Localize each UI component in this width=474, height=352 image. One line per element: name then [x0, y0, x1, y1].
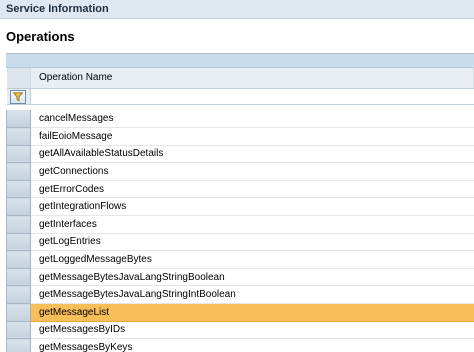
filter-input-cell[interactable]	[30, 88, 474, 105]
operation-name: getMessageBytesJavaLangStringIntBoolean	[39, 289, 236, 301]
operation-name: getInterfaces	[39, 218, 97, 230]
operation-name: getConnections	[39, 166, 109, 178]
operations-heading: Operations	[6, 28, 75, 44]
row-selector[interactable]	[6, 250, 31, 269]
table-row[interactable]: getInterfaces	[6, 215, 474, 234]
row-selector[interactable]	[6, 110, 31, 129]
filter-funnel-icon	[12, 91, 23, 102]
window-title-bar: Service Information	[0, 0, 474, 19]
row-selector[interactable]	[6, 303, 31, 322]
window-title: Service Information	[6, 3, 109, 15]
row-selector[interactable]	[6, 285, 31, 305]
operation-name: getMessageBytesJavaLangStringBoolean	[39, 271, 225, 283]
operation-name-cell[interactable]: cancelMessages	[30, 110, 474, 129]
table-header-row: Operation Name	[6, 68, 474, 89]
operation-name-cell[interactable]: getLoggedMessageBytes	[30, 250, 474, 269]
operation-name: getErrorCodes	[39, 183, 105, 195]
operation-name: failEoioMessage	[39, 130, 113, 142]
row-selector[interactable]	[6, 338, 31, 352]
table-row[interactable]: getMessageList	[6, 303, 474, 322]
table-row[interactable]: getIntegrationFlows	[6, 197, 474, 217]
row-selector[interactable]	[6, 268, 31, 287]
operation-name-cell[interactable]: getAllAvailableStatusDetails	[30, 145, 474, 164]
filter-toggle-cell	[6, 88, 31, 105]
row-selector[interactable]	[6, 127, 31, 146]
table-row[interactable]: getMessageBytesJavaLangStringIntBoolean	[6, 285, 474, 305]
operation-name-cell[interactable]: getMessageBytesJavaLangStringIntBoolean	[30, 285, 474, 305]
filter-row	[6, 88, 474, 105]
operation-name: getMessageList	[39, 306, 110, 318]
service-information-window: Service Information Operations Operation…	[0, 0, 474, 352]
row-selector[interactable]	[6, 162, 31, 181]
operation-name-cell[interactable]: getMessageList	[30, 303, 474, 322]
row-selector[interactable]	[6, 197, 31, 217]
table-row[interactable]: getMessageBytesJavaLangStringBoolean	[6, 268, 474, 287]
operation-name: cancelMessages	[39, 113, 114, 125]
operation-name-cell[interactable]: getIntegrationFlows	[30, 197, 474, 217]
table-row[interactable]: getAllAvailableStatusDetails	[6, 145, 474, 164]
table-toolbar-strip	[6, 53, 474, 68]
operations-table: Operation Name cancelMessagesfailEoioMe	[6, 68, 474, 352]
operation-name: getMessagesByKeys	[39, 342, 133, 352]
operation-name: getLoggedMessageBytes	[39, 254, 152, 266]
operation-name: getAllAvailableStatusDetails	[39, 148, 164, 160]
operation-name-cell[interactable]: getLogEntries	[30, 233, 474, 252]
operation-name-cell[interactable]: getErrorCodes	[30, 180, 474, 199]
operation-name-cell[interactable]: getMessageBytesJavaLangStringBoolean	[30, 268, 474, 287]
operation-name-cell[interactable]: getConnections	[30, 162, 474, 181]
column-header-label: Operation Name	[39, 72, 113, 84]
operation-name-cell[interactable]: getInterfaces	[30, 215, 474, 234]
row-selector[interactable]	[6, 180, 31, 199]
row-selector-header[interactable]	[6, 68, 31, 89]
operation-name-cell[interactable]: failEoioMessage	[30, 127, 474, 146]
table-row[interactable]: getMessagesByIDs	[6, 321, 474, 340]
operation-name: getLogEntries	[39, 236, 101, 248]
table-row[interactable]: getLoggedMessageBytes	[6, 250, 474, 269]
table-row[interactable]: getConnections	[6, 162, 474, 181]
operation-name-cell[interactable]: getMessagesByIDs	[30, 321, 474, 340]
row-selector[interactable]	[6, 145, 31, 164]
row-selector[interactable]	[6, 321, 31, 340]
operations-table-body: cancelMessages failEoioMessage getAllAvail…	[6, 110, 474, 352]
row-selector[interactable]	[6, 215, 31, 234]
section-title: Operations	[0, 19, 474, 53]
table-row[interactable]: failEoioMessage	[6, 127, 474, 146]
filter-button[interactable]	[9, 89, 26, 104]
operation-name: getMessagesByIDs	[39, 324, 126, 336]
operation-name-cell[interactable]: getMessagesByKeys	[30, 338, 474, 352]
row-selector[interactable]	[6, 233, 31, 252]
table-row[interactable]: getErrorCodes	[6, 180, 474, 199]
operation-name: getIntegrationFlows	[39, 201, 127, 213]
table-row[interactable]: getLogEntries	[6, 233, 474, 252]
table-row[interactable]: cancelMessages	[6, 110, 474, 129]
column-header-operation-name[interactable]: Operation Name	[30, 68, 474, 89]
table-row[interactable]: getMessagesByKeys	[6, 338, 474, 352]
